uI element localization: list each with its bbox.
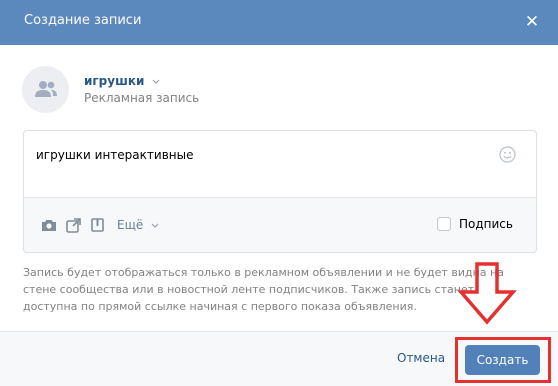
owner-name: игрушки: [84, 74, 145, 88]
owner-subtitle: Рекламная запись: [84, 91, 200, 105]
post-editor: игрушки интерактивные Ещё Подпись: [23, 130, 537, 253]
dialog-title: Создание записи: [24, 13, 142, 28]
chevron-down-icon: [152, 73, 160, 87]
close-icon[interactable]: ✕: [524, 12, 540, 32]
post-text-input[interactable]: игрушки интерактивные: [36, 148, 193, 162]
smiley-icon[interactable]: [499, 146, 516, 166]
info-note: Запись будет отображаться только в рекла…: [23, 266, 504, 313]
more-attachments-button[interactable]: Ещё: [117, 217, 159, 232]
camera-icon[interactable]: [41, 218, 57, 235]
attachment-toolbar: Ещё Подпись: [24, 197, 536, 252]
dialog-footer: Отмена Создать: [0, 331, 558, 386]
owner-selector[interactable]: игрушки: [84, 73, 160, 88]
more-label: Ещё: [117, 218, 144, 232]
dialog-header: Создание записи ✕: [0, 0, 558, 45]
video-icon[interactable]: [66, 218, 81, 236]
avatar[interactable]: [22, 66, 69, 113]
users-icon: [35, 81, 57, 97]
signature-label: Подпись: [459, 217, 513, 231]
create-button[interactable]: Создать: [465, 345, 540, 375]
cancel-button[interactable]: Отмена: [397, 351, 445, 365]
chevron-down-icon: [151, 217, 159, 231]
checkbox[interactable]: [437, 217, 451, 231]
bookmark-icon[interactable]: [91, 218, 104, 236]
